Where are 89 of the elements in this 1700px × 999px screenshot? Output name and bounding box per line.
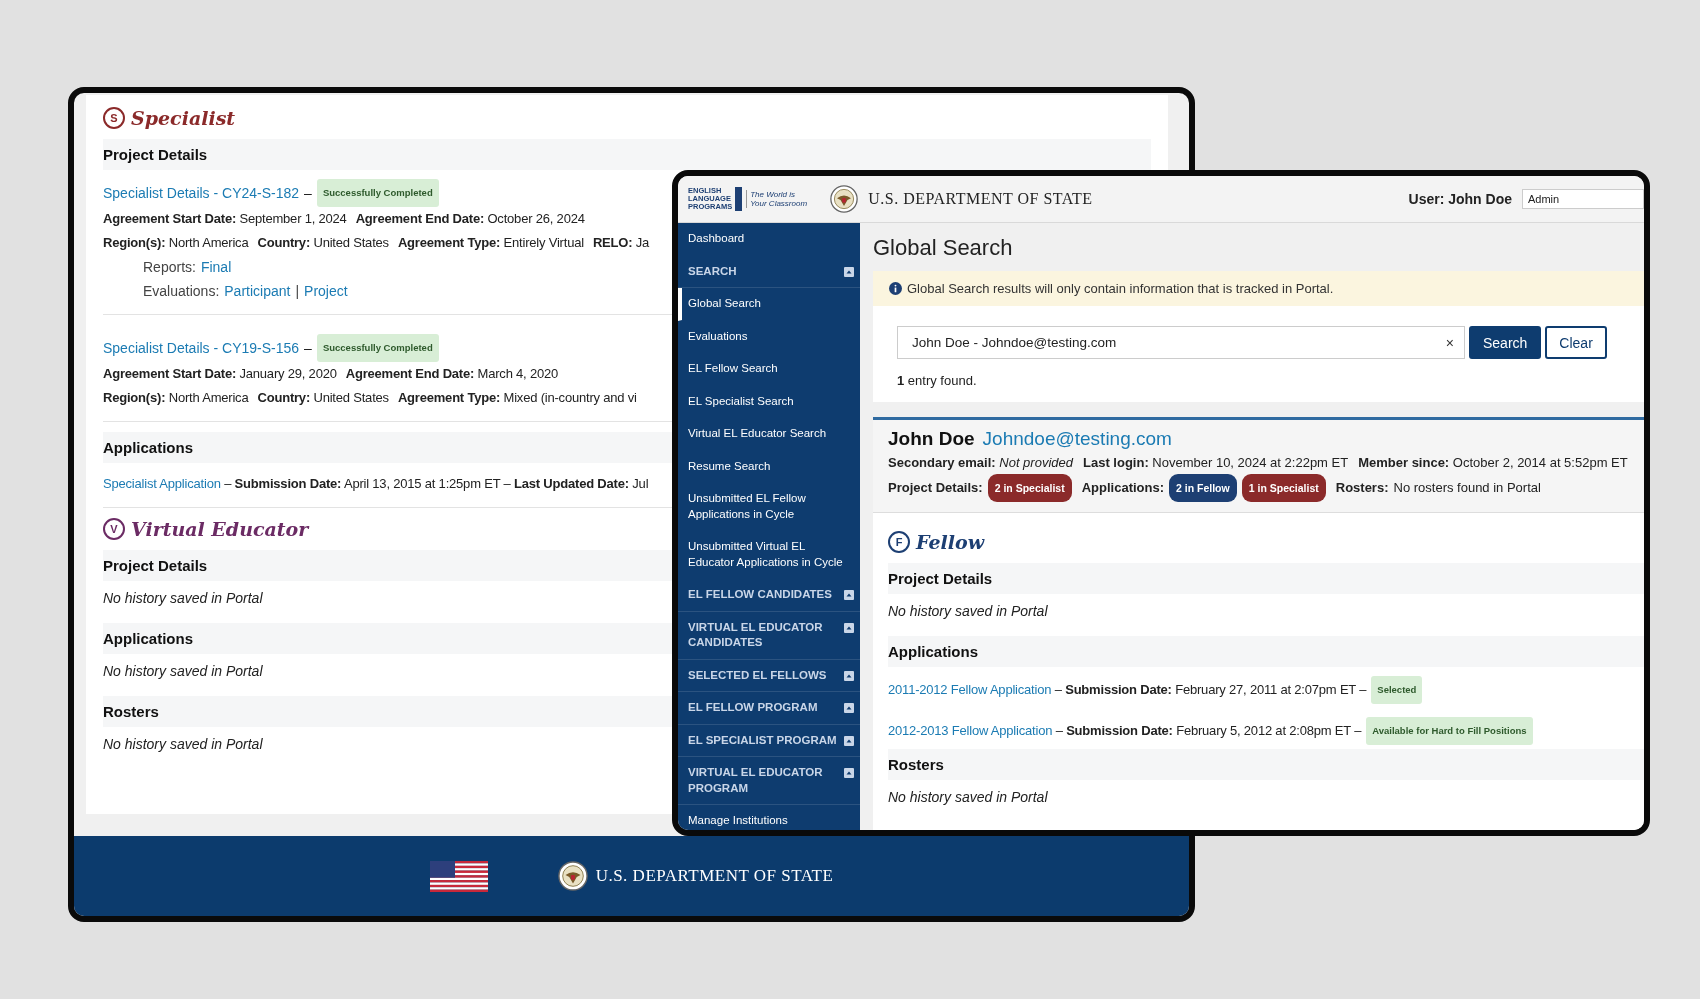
detail-field: Agreement Type: Entirely Virtual: [397, 231, 584, 255]
report-link[interactable]: Project: [304, 279, 348, 303]
clear-button[interactable]: Clear: [1545, 326, 1607, 359]
summary-label: Project Details:: [888, 479, 983, 497]
agency-name: U.S. DEPARTMENT OF STATE: [595, 866, 834, 886]
logo-tagline: The World is Your Classroom: [746, 190, 813, 208]
empty-message: No history saved in Portal: [888, 788, 1048, 807]
sidebar-group[interactable]: EL SPECIALIST PROGRAM: [678, 724, 860, 757]
count-badge: 2 in Fellow: [1169, 474, 1237, 502]
collapse-icon[interactable]: [844, 703, 854, 713]
collapse-icon[interactable]: [844, 670, 854, 681]
section-heading: Project Details: [888, 563, 1644, 594]
report-link[interactable]: Final: [200, 255, 232, 279]
collapse-icon[interactable]: [844, 735, 854, 746]
project-link[interactable]: Specialist Details - CY19-S-156: [103, 336, 300, 360]
detail-field: RELO: Ja: [592, 231, 650, 255]
sidebar-item[interactable]: Unsubmitted EL Fellow Applications in Cycle: [678, 483, 860, 531]
summary-value: No rosters found in Portal: [1393, 479, 1541, 497]
user-label: User: John Doe: [1408, 191, 1512, 207]
sidebar-item[interactable]: Evaluations: [678, 320, 860, 353]
section-initial: V: [103, 518, 125, 540]
meta-field: Member since: October 2, 2014 at 5:52pm ET: [1358, 452, 1628, 474]
count-badge: 1 in Specialist: [1241, 474, 1326, 502]
section-initial: F: [888, 531, 910, 553]
application-line: 2011-2012 Fellow Application – Submission Date: February 27, 2011 at 2:07pm ET –: [888, 681, 1367, 699]
empty-message: No history saved in Portal: [103, 662, 263, 681]
detail-field: Agreement Start Date: January 29, 2020: [103, 362, 337, 386]
seal-icon: [557, 861, 588, 891]
count-badge: 2 in Specialist: [987, 474, 1072, 502]
dash-separator: –: [304, 184, 312, 203]
role-select[interactable]: Admin: [1522, 189, 1644, 209]
dash-separator: –: [304, 339, 312, 358]
info-icon: [889, 282, 902, 295]
empty-message: No history saved in Portal: [888, 602, 1048, 621]
section-initial: S: [103, 107, 125, 129]
result-count: 1 entry found.: [897, 373, 977, 388]
seal-icon: [830, 185, 859, 213]
agency-name: U.S. DEPARTMENT OF STATE: [868, 190, 1093, 208]
project-link[interactable]: Specialist Details - CY24-S-182: [103, 181, 300, 205]
sidebar-group[interactable]: SEARCH: [678, 255, 860, 288]
section-heading: Project Details: [103, 139, 1151, 170]
search-field[interactable]: John Doe - Johndoe@testing.com ×: [897, 326, 1465, 359]
collapse-icon[interactable]: [844, 622, 854, 633]
empty-message: No history saved in Portal: [103, 589, 263, 608]
sidebar-group[interactable]: EL FELLOW PROGRAM: [678, 692, 860, 725]
links-label: Evaluations:: [143, 282, 220, 301]
sidebar-item[interactable]: Global Search: [678, 288, 860, 321]
application-line: Specialist Application – Submission Date: April 13, 2015 at 1:25pm ET – Last Updated Date: Jul: [103, 475, 649, 493]
sidebar-item[interactable]: Manage Institutions: [678, 805, 860, 830]
section-title: Fellow: [916, 531, 984, 553]
collapse-icon[interactable]: [844, 266, 854, 277]
notice-text: Global Search results will only contain information that is tracked in Portal.: [907, 281, 1334, 296]
search-button[interactable]: Search: [1469, 326, 1542, 359]
page-title: Global Search: [873, 235, 1014, 261]
sidebar-item[interactable]: EL Specialist Search: [678, 385, 860, 418]
application-link[interactable]: 2011-2012 Fellow Application: [888, 682, 1052, 697]
empty-message: No history saved in Portal: [103, 735, 263, 754]
detail-field: Country: United States: [257, 386, 389, 410]
section-title: Virtual Educator: [131, 518, 309, 540]
section-heading: Applications: [888, 636, 1644, 667]
sidebar-item[interactable]: EL Fellow Search: [678, 353, 860, 386]
status-badge: Available for Hard to Fill Positions: [1366, 717, 1533, 745]
collapse-icon[interactable]: [844, 590, 854, 600]
flag-icon: [429, 860, 488, 892]
pipe-separator: |: [295, 282, 300, 301]
status-badge: Selected: [1371, 676, 1423, 704]
summary-label: Applications:: [1081, 479, 1165, 497]
sidebar-group[interactable]: VIRTUAL EL EDUCATOR PROGRAM: [678, 757, 860, 805]
sidebar-item[interactable]: Dashboard: [678, 223, 860, 256]
sidebar-group[interactable]: EL FELLOW CANDIDATES: [678, 579, 860, 612]
detail-field: Region(s): North America: [103, 386, 249, 410]
collapse-icon[interactable]: [844, 768, 854, 778]
detail-field: Region(s): North America: [103, 231, 249, 255]
application-link[interactable]: Specialist Application: [103, 476, 221, 491]
links-label: Reports:: [143, 258, 196, 277]
section-heading: Rosters: [888, 749, 1644, 780]
summary-label: Rosters:: [1335, 479, 1389, 497]
status-badge: Successfully Completed: [316, 179, 439, 207]
detail-field: Agreement End Date: March 4, 2020: [345, 362, 559, 386]
status-badge: Successfully Completed: [316, 334, 439, 362]
detail-field: Agreement Type: Mixed (in-country and vi: [397, 386, 637, 410]
detail-field: Agreement End Date: October 26, 2024: [355, 207, 585, 231]
detail-field: Agreement Start Date: September 1, 2024: [103, 207, 347, 231]
detail-field: Country: United States: [257, 231, 389, 255]
sidebar-group[interactable]: SELECTED EL FELLOWS: [678, 659, 860, 692]
clear-input-button[interactable]: ×: [1445, 334, 1454, 351]
report-link[interactable]: Participant: [224, 279, 291, 303]
sidebar-group[interactable]: VIRTUAL EL EDUCATOR CANDIDATES: [678, 611, 860, 660]
section-title: Specialist: [131, 107, 236, 129]
